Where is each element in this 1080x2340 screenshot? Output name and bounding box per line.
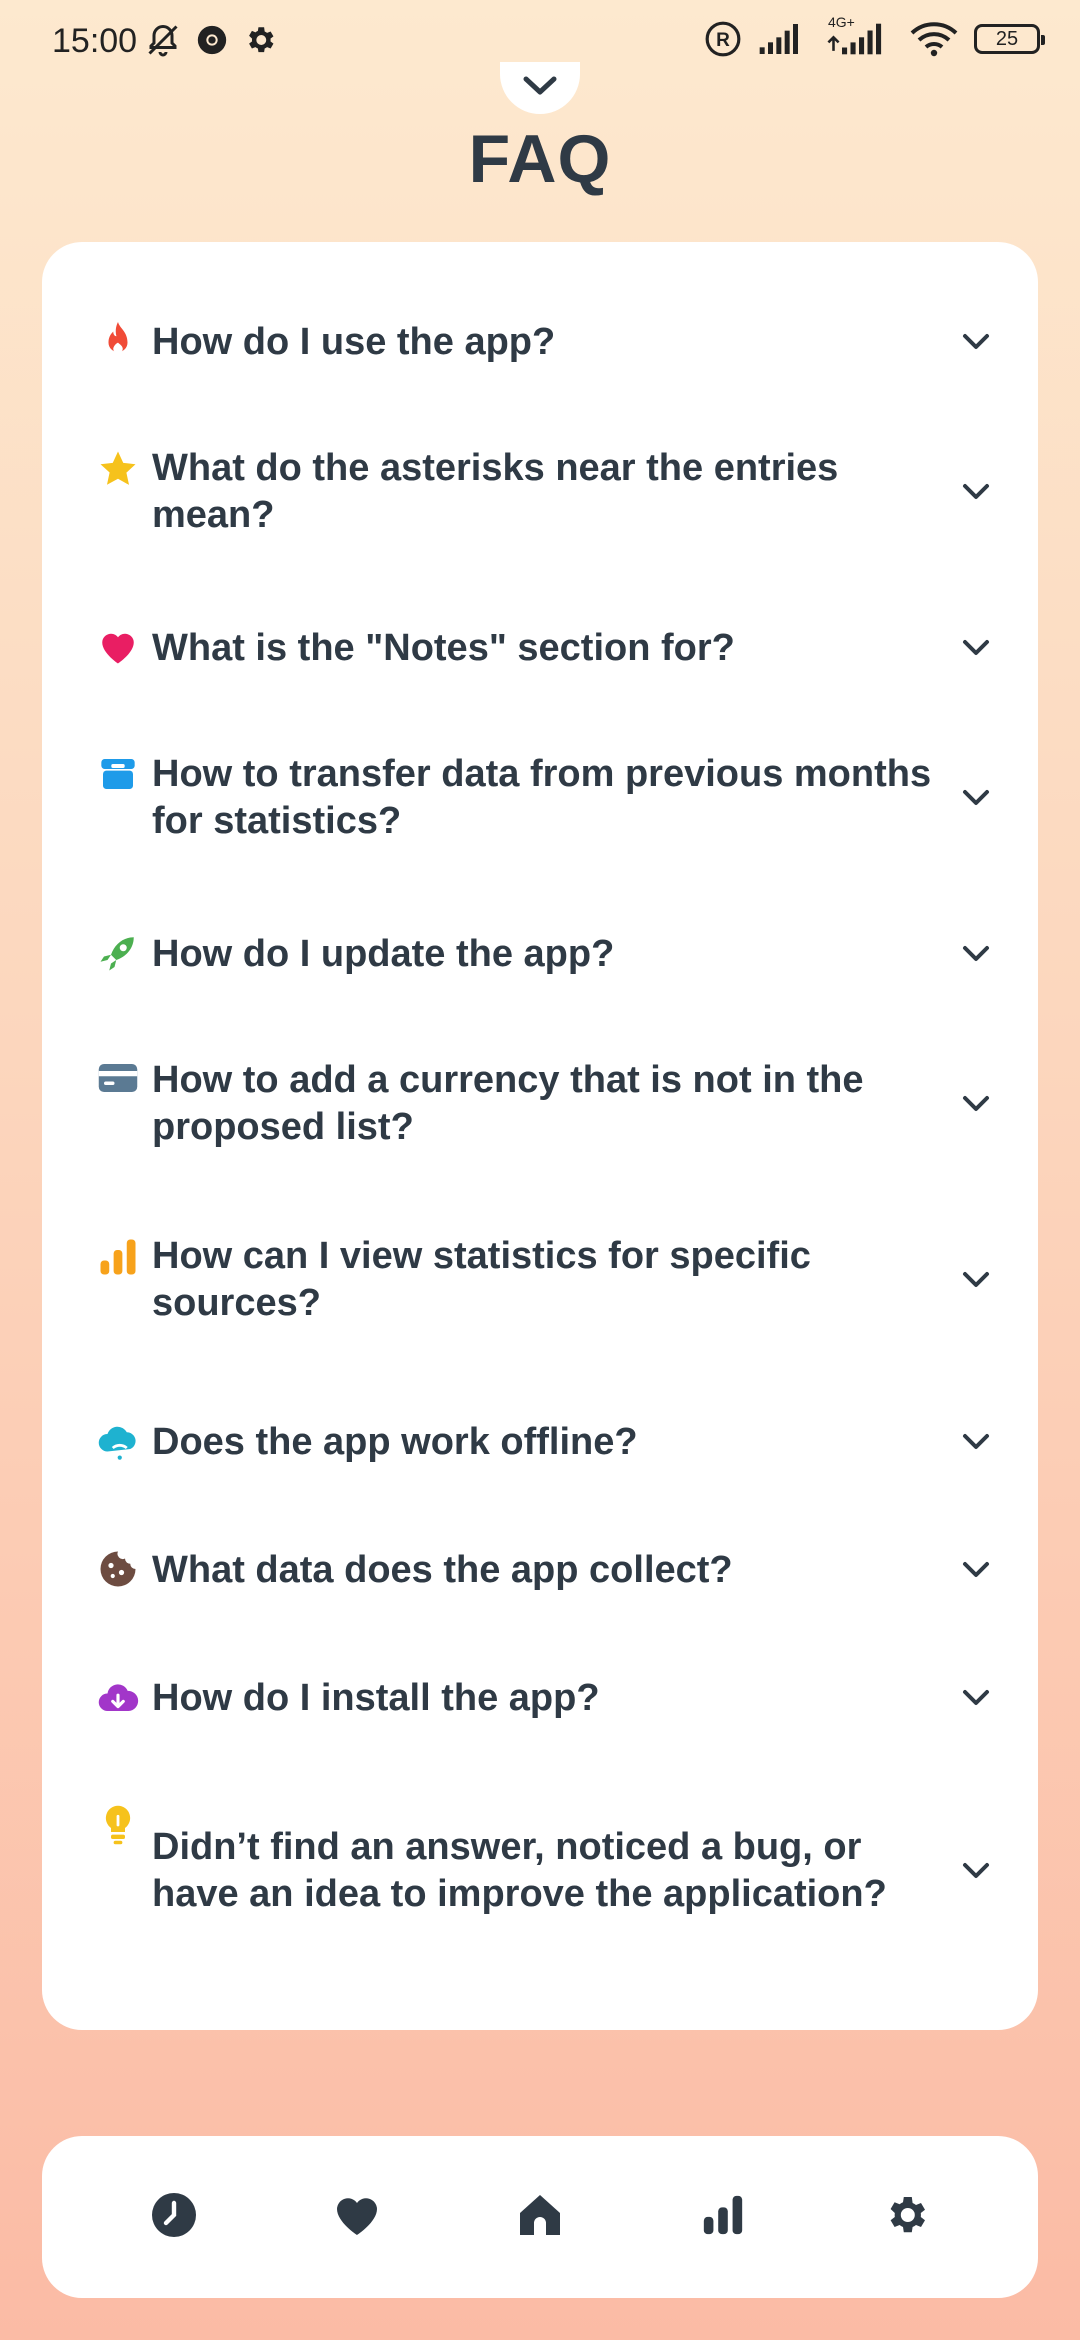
network-label: 4G+	[828, 14, 855, 30]
chevron-down-icon	[956, 1550, 996, 1590]
faq-question: What is the "Notes" section for?	[152, 626, 735, 669]
faq-item-use-app[interactable]: How do I use the app?	[96, 314, 996, 370]
lightbulb-icon	[96, 1804, 140, 1848]
nav-history[interactable]	[134, 2177, 214, 2257]
cookie-icon	[96, 1548, 140, 1592]
chevron-down-icon	[956, 934, 996, 974]
battery-level: 25	[995, 27, 1019, 50]
nav-home[interactable]	[500, 2177, 580, 2257]
bottom-nav	[42, 2136, 1038, 2298]
fire-icon	[96, 320, 140, 364]
faq-question: How can I view statistics for specific s…	[152, 1235, 811, 1324]
registered-icon: R	[704, 20, 742, 58]
chevron-down-icon	[522, 75, 558, 102]
faq-item-install[interactable]: How do I install the app?	[96, 1670, 996, 1726]
chevron-down-icon	[956, 1422, 996, 1462]
card-icon	[96, 1060, 140, 1104]
chevron-down-icon	[956, 1260, 996, 1300]
collapse-handle[interactable]	[500, 62, 580, 114]
faq-item-data-collect[interactable]: What data does the app collect?	[96, 1542, 996, 1598]
wifi-icon	[910, 21, 958, 57]
faq-question: How do I install the app?	[152, 1676, 600, 1719]
faq-item-offline[interactable]: Does the app work offline?	[96, 1414, 996, 1470]
chevron-down-icon	[956, 1851, 996, 1891]
faq-card: How do I use the app? What do the asteri…	[42, 242, 1038, 2030]
star-icon	[96, 448, 140, 492]
status-time: 15:00	[52, 22, 138, 60]
heart-icon	[96, 626, 140, 670]
clock-icon	[150, 2191, 198, 2244]
faq-question: Didn’t find an answer, noticed a bug, or…	[152, 1826, 887, 1915]
faq-item-feedback[interactable]: Didn’t find an answer, noticed a bug, or…	[96, 1798, 996, 1944]
faq-item-notes[interactable]: What is the "Notes" section for?	[96, 620, 996, 676]
nav-settings[interactable]	[866, 2177, 946, 2257]
cloud-wifi-icon	[96, 1420, 140, 1464]
faq-question: How to add a currency that is not in the…	[152, 1059, 864, 1148]
chevron-down-icon	[956, 1084, 996, 1124]
faq-question: Does the app work offline?	[152, 1420, 638, 1463]
faq-item-asterisks[interactable]: What do the asterisks near the entries m…	[96, 442, 996, 542]
home-icon	[515, 2191, 565, 2244]
rocket-icon	[96, 932, 140, 976]
chevron-down-icon	[956, 628, 996, 668]
faq-item-statistics-sources[interactable]: How can I view statistics for specific s…	[96, 1230, 996, 1330]
svg-text:R: R	[716, 30, 730, 51]
chevron-down-icon	[956, 472, 996, 512]
heart-icon	[333, 2193, 381, 2242]
bar-chart-icon	[96, 1236, 140, 1280]
cloud-download-icon	[96, 1676, 140, 1720]
faq-question: What do the asterisks near the entries m…	[152, 447, 839, 536]
gear-icon	[882, 2191, 930, 2244]
chrome-icon	[195, 23, 229, 57]
page-title: FAQ	[468, 121, 612, 197]
archive-icon	[96, 754, 140, 798]
bell-muted-icon	[145, 22, 181, 58]
chevron-down-icon	[956, 1678, 996, 1718]
faq-item-update[interactable]: How do I update the app?	[96, 926, 996, 982]
nav-statistics[interactable]	[683, 2177, 763, 2257]
faq-question: How do I update the app?	[152, 932, 615, 975]
signal-4g-icon: 4G+	[824, 14, 894, 56]
gear-icon	[243, 23, 277, 57]
chevron-down-icon	[956, 322, 996, 362]
battery-icon: 25	[974, 24, 1045, 54]
faq-question: What data does the app collect?	[152, 1548, 733, 1591]
faq-item-transfer-data[interactable]: How to transfer data from previous month…	[96, 748, 996, 848]
faq-item-currency[interactable]: How to add a currency that is not in the…	[96, 1054, 996, 1154]
bar-chart-icon	[700, 2192, 746, 2243]
faq-question: How do I use the app?	[152, 320, 556, 363]
chevron-down-icon	[956, 778, 996, 818]
faq-question: How to transfer data from previous month…	[152, 753, 932, 842]
nav-favorites[interactable]	[317, 2177, 397, 2257]
signal-icon	[758, 22, 808, 56]
